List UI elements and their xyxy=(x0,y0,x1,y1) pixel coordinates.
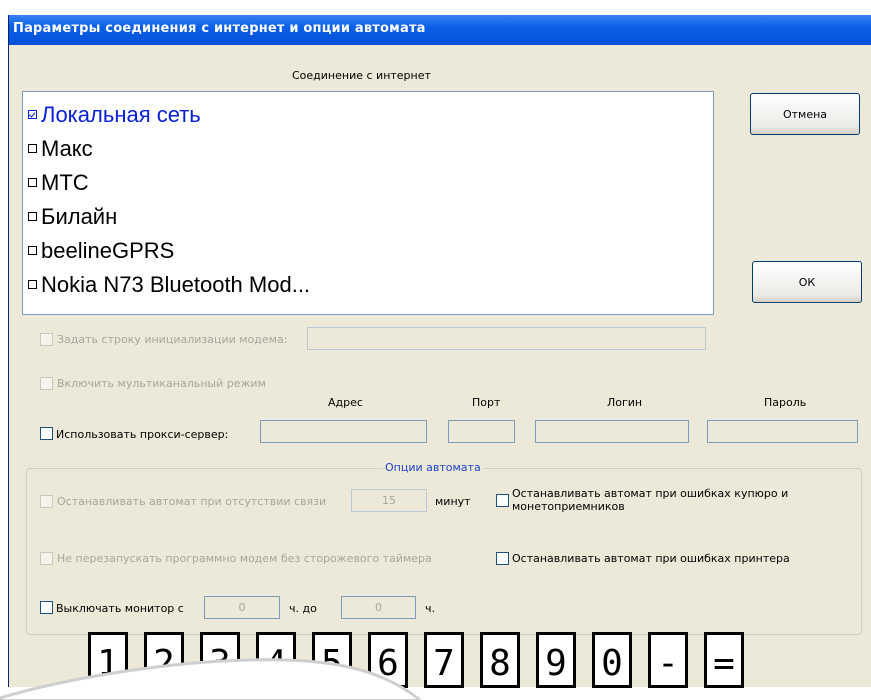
init-string-input[interactable] xyxy=(307,327,706,350)
proxy-password-input[interactable] xyxy=(707,420,858,443)
checkbox-checked-icon[interactable] xyxy=(28,109,37,119)
monitor-to-input[interactable]: 0 xyxy=(341,596,416,619)
list-item-mts[interactable]: МТС xyxy=(28,170,89,200)
checkbox-icon[interactable] xyxy=(28,211,37,221)
page-curl-overlay xyxy=(0,658,421,700)
monitor-from-input[interactable]: 0 xyxy=(204,596,280,619)
hours-until-label: ч. до xyxy=(289,602,317,615)
stop-printer-errors-label: Останавливать автомат при ошибках принте… xyxy=(512,552,790,565)
no-restart-modem-checkbox[interactable] xyxy=(40,552,53,565)
stop-no-link-checkbox[interactable] xyxy=(40,495,53,508)
checkbox-icon[interactable] xyxy=(28,143,37,153)
checkbox-icon[interactable] xyxy=(28,245,37,255)
proxy-checkbox[interactable] xyxy=(40,427,53,440)
proxy-label: Использовать прокси-сервер: xyxy=(56,428,229,441)
minutes-unit-label: минут xyxy=(435,495,471,508)
list-item-local-network[interactable]: Локальная сеть xyxy=(28,102,201,132)
proxy-port-input[interactable] xyxy=(448,420,515,443)
checkbox-icon[interactable] xyxy=(28,177,37,187)
monitor-off-checkbox[interactable] xyxy=(40,601,53,614)
connection-list[interactable]: Локальная сеть Макс МТС Билайн beelineGP… xyxy=(22,91,714,315)
window-title: Параметры соединения с интернет и опции … xyxy=(13,21,426,36)
title-bar[interactable]: Параметры соединения с интернет и опции … xyxy=(9,15,871,45)
list-item-maks[interactable]: Макс xyxy=(28,136,93,166)
init-string-label: Задать строку инициализации модема: xyxy=(57,333,288,346)
proxy-address-input[interactable] xyxy=(260,420,427,443)
list-item-beeline[interactable]: Билайн xyxy=(28,204,117,234)
list-item-beelinegprs[interactable]: beelineGPRS xyxy=(28,238,174,268)
ok-button[interactable]: ОК xyxy=(752,261,862,303)
proxy-password-header: Пароль xyxy=(764,396,807,409)
proxy-login-input[interactable] xyxy=(535,420,689,443)
dialog-window: Параметры соединения с интернет и опции … xyxy=(8,15,871,687)
connection-header: Соединение с интернет xyxy=(292,69,431,82)
stop-bill-errors-checkbox[interactable] xyxy=(496,494,509,507)
proxy-address-header: Адрес xyxy=(328,396,363,409)
checkbox-icon[interactable] xyxy=(28,279,37,289)
multichannel-label: Включить мультиканальный режим xyxy=(57,377,266,390)
proxy-login-header: Логин xyxy=(607,396,643,409)
stop-bill-errors-label: Останавливать автомат при ошибках купюро… xyxy=(512,487,789,513)
stop-printer-errors-checkbox[interactable] xyxy=(496,552,509,565)
stop-no-link-label: Останавливать автомат при отсутствии свя… xyxy=(57,495,327,508)
monitor-off-label: Выключать монитор с xyxy=(56,602,184,615)
options-group-title: Опции автомата xyxy=(383,461,483,474)
hours-unit-label: ч. xyxy=(425,602,435,615)
proxy-port-header: Порт xyxy=(472,396,501,409)
stop-no-link-minutes-input[interactable]: 15 xyxy=(351,489,427,512)
list-item-nokia-modem[interactable]: Nokia N73 Bluetooth Mod... xyxy=(28,272,310,302)
init-string-checkbox[interactable] xyxy=(40,333,53,346)
cancel-button[interactable]: Отмена xyxy=(750,93,860,135)
multichannel-checkbox[interactable] xyxy=(40,377,53,390)
no-restart-modem-label: Не перезапускать программно модем без ст… xyxy=(57,552,432,565)
